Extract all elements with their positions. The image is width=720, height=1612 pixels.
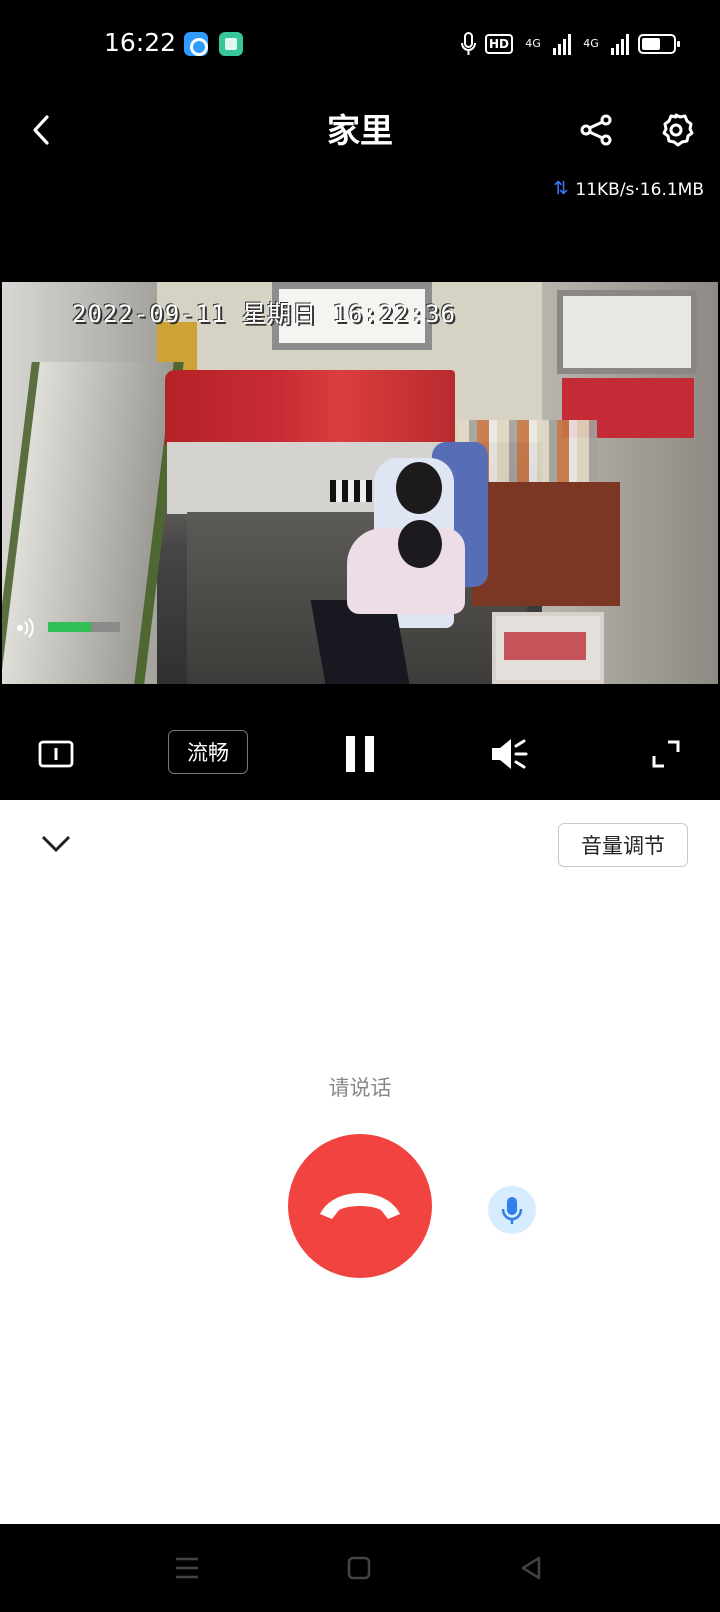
audio-wave-icon [17,618,34,638]
nav-home-button[interactable] [343,1552,375,1584]
microphone-button[interactable] [488,1186,536,1234]
signal-bars-2-icon [611,33,629,55]
scene-person-1-head [396,462,442,514]
nav-menu-button[interactable] [171,1552,203,1584]
video-controls: 流畅 [0,720,720,800]
settings-button[interactable] [654,108,698,152]
info-button[interactable] [36,730,76,778]
notification-app-icon [184,32,208,56]
hd-badge: HD [484,34,513,54]
live-video-feed[interactable]: 2022-09-11 星期日 16:22:36 [2,282,718,684]
gear-icon [662,113,694,147]
menu-icon [176,1557,198,1579]
battery-icon [638,34,680,54]
microphone-status-icon [460,32,476,55]
home-square-icon [347,1556,371,1580]
microphone-icon [501,1197,523,1224]
nav-back-button[interactable] [515,1552,547,1584]
status-indicators: HD 4G 4G [460,30,680,58]
info-icon [38,740,74,768]
signal-bars-1-icon [553,33,571,55]
share-icon [580,114,612,146]
scene-box-contents [504,632,586,660]
video-timestamp-overlay: 2022-09-11 星期日 16:22:36 [72,300,456,328]
traffic-text: 11KB/s·16.1MB [575,180,704,200]
fullscreen-icon [652,740,680,768]
scene-desk [472,482,620,606]
scene-person-2-head [398,520,442,568]
pause-button[interactable] [340,730,380,778]
hangup-button[interactable] [288,1134,432,1278]
notification-app-icon-2 [219,32,243,56]
talk-panel: 音量调节 请说话 [0,800,720,1524]
scene-bed [165,370,455,445]
status-bar: 16:22 HD 4G 4G [0,0,720,88]
phone-hangup-icon [320,1193,400,1219]
top-header: 家里 11KB/s·16.1MB [0,88,720,200]
fullscreen-button[interactable] [650,730,682,778]
back-triangle-icon [521,1556,541,1580]
share-button[interactable] [574,108,618,152]
volume-adjust-button[interactable]: 音量调节 [558,823,688,867]
pause-icon [346,736,374,772]
mute-button[interactable] [488,730,532,778]
quality-button[interactable]: 流畅 [168,730,248,774]
scene-mirror-window [557,290,697,374]
status-time: 16:22 [104,28,177,57]
speaker-mute-icon [492,739,528,769]
audio-level-fill [48,622,92,632]
traffic-arrows-icon [553,178,569,199]
chevron-down-icon [41,835,71,853]
system-navigation-bar [0,1524,720,1612]
audio-level-meter [48,622,120,632]
collapse-button[interactable] [38,832,74,856]
traffic-indicator: 11KB/s·16.1MB [553,178,704,200]
speak-prompt: 请说话 [328,1076,392,1100]
network-type-2: 4G [583,37,599,50]
scene-chess-board [330,480,372,502]
network-type-1: 4G [525,37,541,50]
